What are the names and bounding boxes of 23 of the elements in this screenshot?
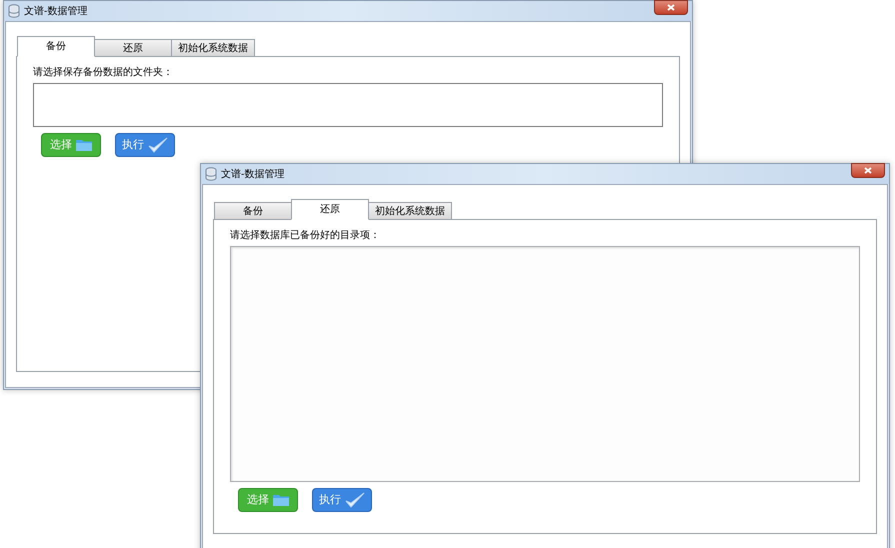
prompt-label: 请选择数据库已备份好的目录项： [230,228,381,243]
folder-icon [76,139,92,151]
checkmark-icon [345,492,365,508]
tab[interactable]: 初始化系统数据 [368,202,452,220]
close-button[interactable] [851,163,885,178]
folder-path-field[interactable] [33,83,663,127]
tab[interactable]: 备份 [17,36,95,57]
database-icon [205,167,217,181]
run-button[interactable]: 执行 [312,488,372,512]
close-icon [864,167,872,174]
tab[interactable]: 还原 [291,199,369,220]
tab[interactable]: 备份 [214,202,292,220]
checkmark-icon [148,137,168,153]
window-title: 文谱-数据管理 [24,4,88,18]
close-button[interactable] [654,0,688,15]
close-icon [667,4,675,11]
run-button[interactable]: 执行 [115,133,175,157]
database-icon [8,4,20,18]
tab[interactable]: 还原 [94,39,172,57]
folder-icon [273,494,289,506]
window-title: 文谱-数据管理 [221,168,284,182]
tab[interactable]: 初始化系统数据 [171,39,255,57]
prompt-label: 请选择保存备份数据的文件夹： [33,66,174,80]
